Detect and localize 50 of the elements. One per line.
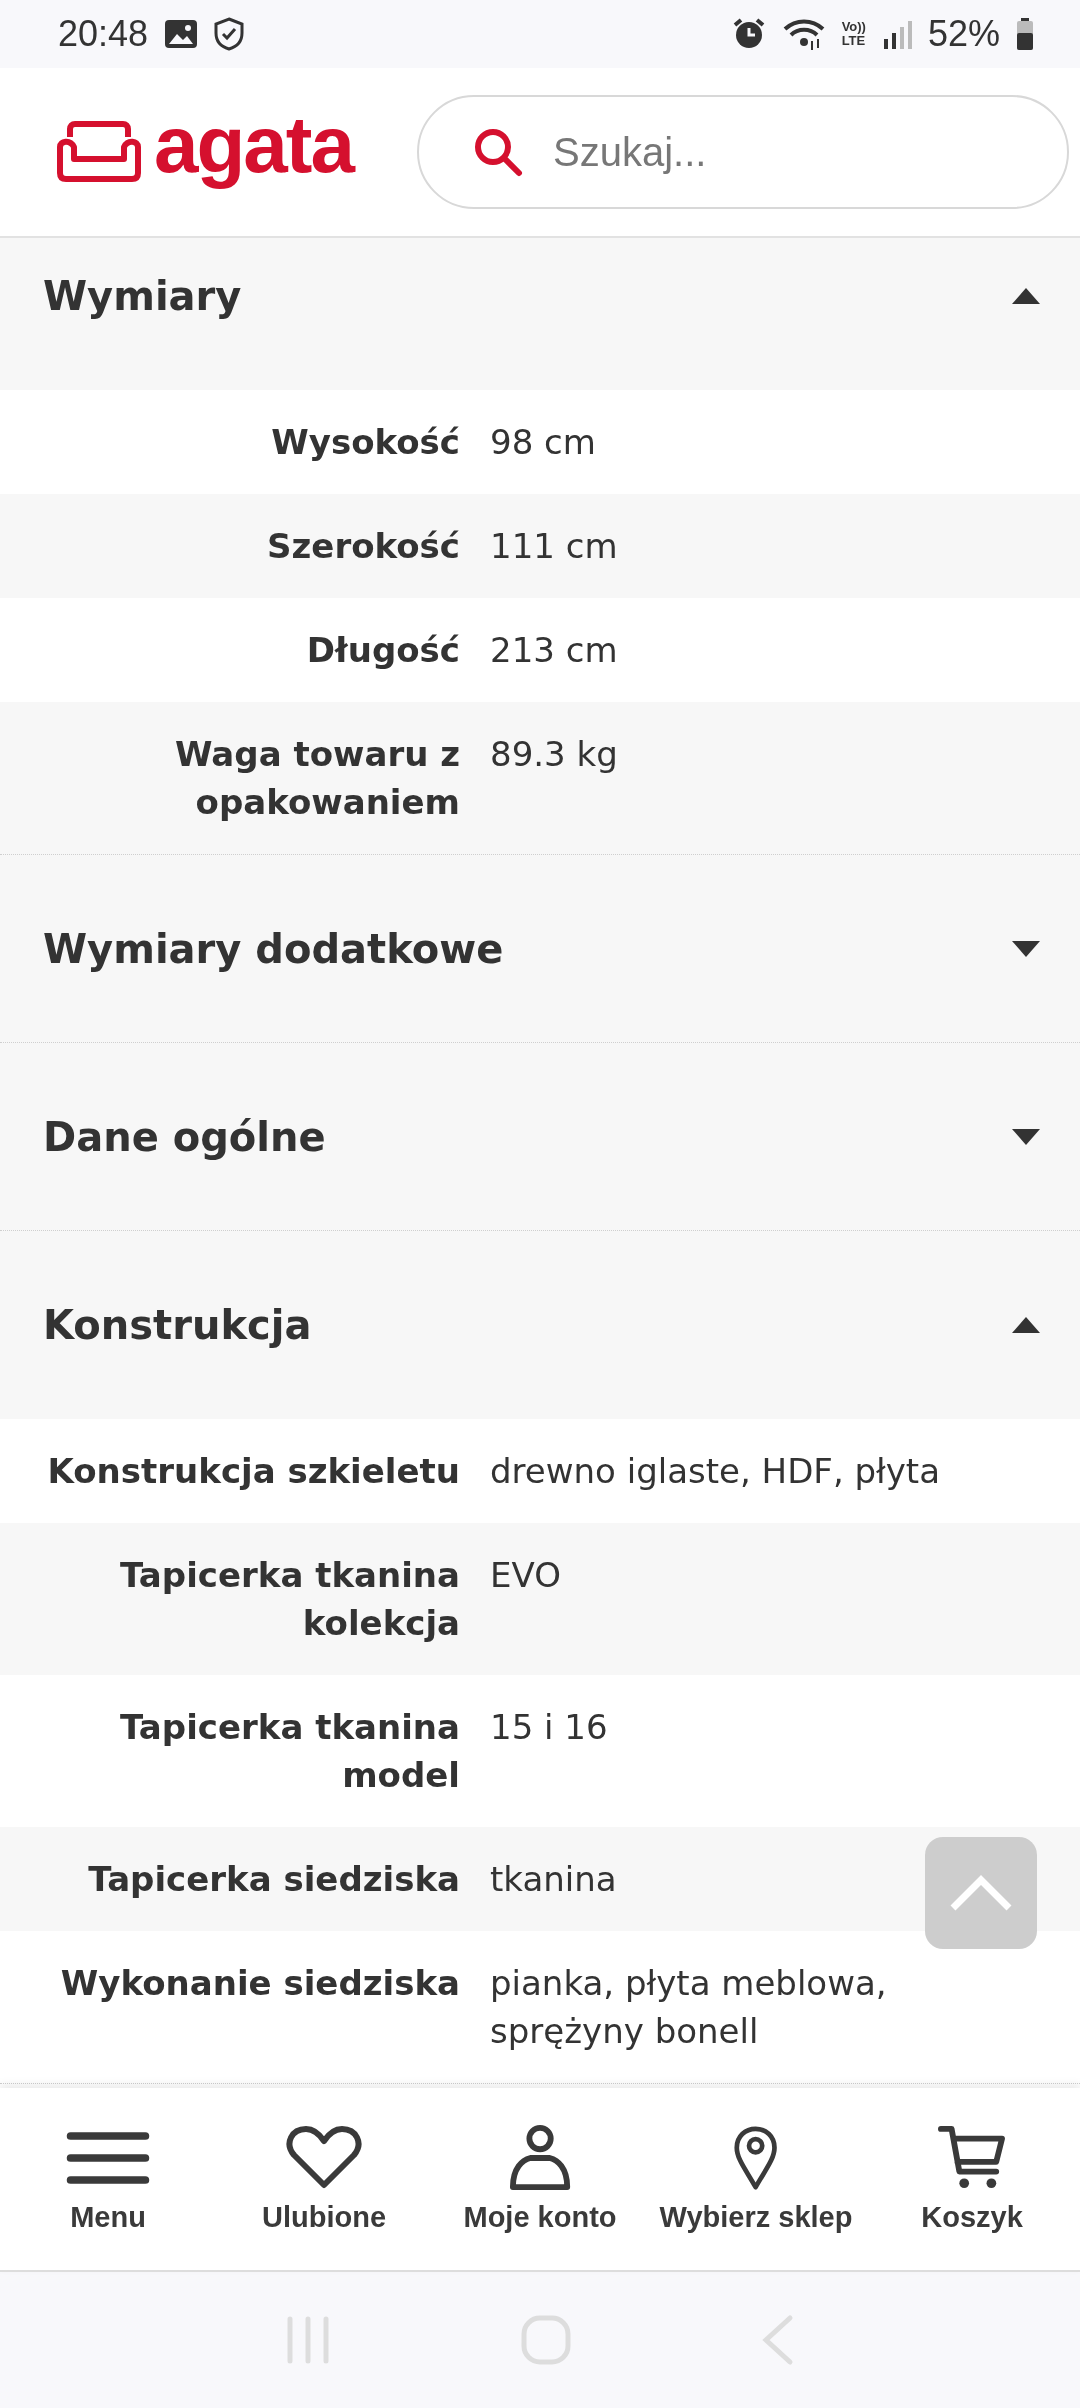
spec-value: 89.3 kg <box>490 733 618 776</box>
spec-label: Tapicerka siedziska <box>87 1858 460 1901</box>
nav-item[interactable]: Moje konto <box>432 2088 648 2270</box>
spec-value: drewno iglaste, HDF, płyta <box>490 1450 941 1493</box>
section-title: Wymiary <box>43 273 242 319</box>
scroll-to-top-button[interactable] <box>925 1837 1037 1949</box>
spec-label: Wysokość <box>270 421 460 464</box>
battery-percent: 52% <box>927 13 1000 55</box>
nav-item[interactable]: Menu <box>0 2088 216 2270</box>
brand-logo[interactable]: agata <box>154 105 353 199</box>
image-icon <box>164 19 199 49</box>
spec-value: pianka, płyta meblowa, sprężyny bonell <box>490 1962 888 2053</box>
signal-icon <box>881 19 912 49</box>
nav-item[interactable]: Wybierz sklep <box>648 2088 864 2270</box>
spec-label: Tapicerka tkanina model <box>119 1706 460 1797</box>
search-field[interactable]: Szukaj... <box>417 95 1069 209</box>
battery-icon <box>1016 18 1034 50</box>
accordion-header[interactable]: Wymiary <box>0 238 1080 390</box>
spec-label: Długość <box>305 629 460 672</box>
alarm-icon <box>731 17 766 51</box>
spec-value: 213 cm <box>490 629 618 672</box>
spec-label: Tapicerka tkanina kolekcja <box>119 1554 460 1645</box>
spec-label: Szerokość <box>266 525 460 568</box>
wifi-icon <box>781 17 826 51</box>
accordion-header[interactable]: Wymiary dodatkowe <box>0 855 1080 1043</box>
spec-label: Wykonanie siedziska <box>59 1962 460 2005</box>
nav-item[interactable]: Koszyk <box>864 2088 1080 2270</box>
cart-icon <box>938 2124 1006 2191</box>
accordion-header[interactable]: Konstrukcja <box>0 1231 1080 1419</box>
user-icon <box>508 2124 572 2191</box>
spec-value: 15 i 16 <box>490 1706 608 1749</box>
heart-icon <box>286 2124 362 2191</box>
spec-value: tkanina <box>490 1858 617 1901</box>
sofa-logo-icon[interactable] <box>56 121 142 183</box>
home-icon[interactable] <box>520 2314 572 2366</box>
spec-label: Konstrukcja szkieletu <box>46 1450 460 1493</box>
status-time: 20:48 <box>58 13 149 55</box>
spec-value: 111 cm <box>490 525 618 568</box>
nav-item[interactable]: Ulubione <box>216 2088 432 2270</box>
shield-check-icon <box>214 17 245 51</box>
spec-value: EVO <box>490 1554 561 1597</box>
section-title: Dane ogólne <box>43 1113 326 1160</box>
spec-label: Waga towaru z opakowaniem <box>174 733 460 824</box>
accordion-header[interactable]: Dane ogólne <box>0 1043 1080 1231</box>
section-title: Wymiary dodatkowe <box>43 925 504 972</box>
chevron-up-icon <box>949 1874 1013 1912</box>
volte-indicator: Vo)) LTE <box>841 20 866 48</box>
spec-value: 98 cm <box>490 421 596 464</box>
location-pin-icon <box>733 2124 779 2191</box>
section-title: Konstrukcja <box>43 1302 312 1348</box>
